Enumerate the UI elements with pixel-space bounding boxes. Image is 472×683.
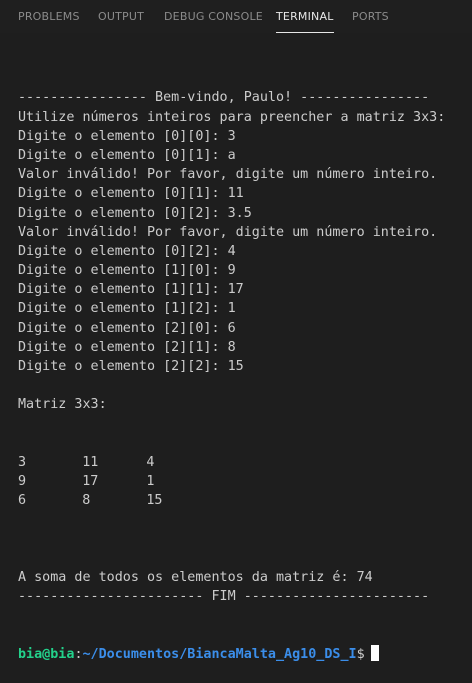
terminal-line: Valor inválido! Por favor, digite um núm… bbox=[18, 224, 438, 240]
prompt-separator: : bbox=[74, 646, 83, 662]
terminal-line: Digite o elemento [0][0]: 3 bbox=[18, 128, 236, 144]
terminal-lines-after-matrix: A soma de todos os elementos da matriz é… bbox=[18, 549, 472, 607]
terminal-line: Digite o elemento [1][2]: 1 bbox=[18, 301, 236, 317]
terminal-line: Digite o elemento [2][0]: 6 bbox=[18, 320, 236, 336]
matrix-cell: 6 bbox=[18, 493, 27, 509]
matrix-output: 3 11 4 9 17 1 6 8 15 bbox=[18, 453, 472, 511]
matrix-cell: 15 bbox=[146, 493, 163, 509]
panel-tab-bar: PROBLEMS OUTPUT DEBUG CONSOLE TERMINAL P… bbox=[0, 0, 472, 33]
terminal-line: ----------------------- FIM ------------… bbox=[18, 589, 430, 605]
terminal-line: Digite o elemento [2][2]: 15 bbox=[18, 359, 244, 375]
terminal-line: Digite o elemento [0][2]: 4 bbox=[18, 243, 236, 259]
tab-problems[interactable]: PROBLEMS bbox=[18, 0, 80, 33]
terminal-line: Digite o elemento [2][1]: 8 bbox=[18, 339, 236, 355]
matrix-row: 6 8 15 bbox=[18, 491, 472, 510]
matrix-cell: 8 bbox=[82, 493, 91, 509]
prompt-path: ~/Documentos/BiancaMalta_Ag10_DS_I bbox=[82, 646, 357, 662]
matrix-row: 9 17 1 bbox=[18, 472, 472, 491]
terminal-line: Digite o elemento [0][1]: a bbox=[18, 147, 236, 163]
terminal-lines-before-matrix: ---------------- Bem-vindo, Paulo! -----… bbox=[18, 88, 472, 414]
terminal-line: Digite o elemento [0][2]: 3.5 bbox=[18, 205, 252, 221]
prompt-user-host: bia@bia bbox=[18, 646, 75, 662]
matrix-cell: 9 bbox=[18, 474, 27, 490]
terminal-line: A soma de todos os elementos da matriz é… bbox=[18, 570, 373, 586]
prompt-symbol: $ bbox=[356, 646, 365, 662]
tab-terminal[interactable]: TERMINAL bbox=[276, 0, 334, 33]
terminal-line: Digite o elemento [1][0]: 9 bbox=[18, 263, 236, 279]
matrix-cell: 4 bbox=[146, 455, 155, 470]
terminal-prompt[interactable]: bia@bia:~/Documentos/BiancaMalta_Ag10_DS… bbox=[18, 644, 472, 664]
matrix-cell: 17 bbox=[82, 474, 99, 490]
terminal-line: Utilize números inteiros para preencher … bbox=[18, 109, 446, 125]
matrix-row: 3 11 4 bbox=[18, 453, 472, 472]
matrix-cell: 1 bbox=[146, 474, 155, 490]
tab-debug-console[interactable]: DEBUG CONSOLE bbox=[164, 0, 263, 33]
terminal-line: Valor inválido! Por favor, digite um núm… bbox=[18, 167, 438, 183]
terminal-line: Digite o elemento [1][1]: 17 bbox=[18, 282, 244, 298]
tab-ports[interactable]: PORTS bbox=[352, 0, 389, 33]
terminal-line: Matriz 3x3: bbox=[18, 397, 107, 413]
matrix-cell: 3 bbox=[18, 455, 27, 470]
matrix-cell: 11 bbox=[82, 455, 99, 470]
tab-output[interactable]: OUTPUT bbox=[98, 0, 144, 33]
terminal-output[interactable]: ---------------- Bem-vindo, Paulo! -----… bbox=[18, 50, 472, 662]
terminal-line: ---------------- Bem-vindo, Paulo! -----… bbox=[18, 90, 430, 106]
terminal-line: Digite o elemento [0][1]: 11 bbox=[18, 186, 244, 202]
terminal-cursor bbox=[370, 644, 379, 661]
